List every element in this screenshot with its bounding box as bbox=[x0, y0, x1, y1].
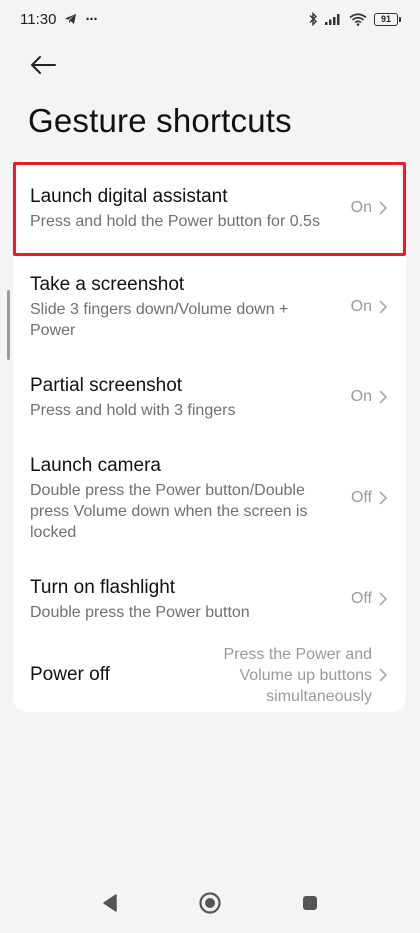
row-desc: Double press the Power button bbox=[30, 603, 250, 621]
row-title: Take a screenshot bbox=[30, 274, 185, 295]
status-right: 91 bbox=[309, 12, 401, 26]
status-more: ··· bbox=[85, 10, 98, 28]
chevron-right-icon bbox=[379, 668, 388, 682]
row-title: Launch digital assistant bbox=[30, 185, 228, 207]
signal-icon bbox=[325, 14, 340, 25]
row-desc: Press and hold the Power button for 0.5s bbox=[30, 212, 320, 230]
chevron-right-icon bbox=[379, 390, 388, 404]
page-title: Gesture shortcuts bbox=[28, 102, 292, 139]
status-time: 11:30 bbox=[20, 10, 57, 28]
row-value: Press the Power and Volume up buttons si… bbox=[223, 645, 372, 705]
square-recents-icon bbox=[303, 896, 317, 910]
row-desc: Slide 3 fingers down/Volume down + Power bbox=[30, 301, 289, 339]
telegram-icon bbox=[65, 14, 77, 24]
chevron-right-icon bbox=[379, 592, 388, 606]
row-take-a-screenshot[interactable]: Take a screenshot Slide 3 fingers down/V… bbox=[13, 256, 406, 358]
row-title: Power off bbox=[30, 664, 110, 685]
nav-recents-button[interactable] bbox=[295, 888, 325, 918]
row-title: Partial screenshot bbox=[30, 374, 183, 396]
status-left: 11:30 ··· bbox=[20, 10, 98, 28]
row-desc: Press and hold with 3 fingers bbox=[30, 401, 236, 419]
row-launch-camera[interactable]: Launch camera Double press the Power but… bbox=[13, 436, 406, 560]
row-value: Off bbox=[350, 489, 372, 506]
row-desc: Double press the Power button/Double pre… bbox=[30, 481, 308, 541]
row-launch-digital-assistant[interactable]: Launch digital assistant Press and hold … bbox=[13, 160, 406, 256]
row-value: On bbox=[350, 199, 372, 216]
row-value: On bbox=[350, 388, 372, 405]
bluetooth-icon bbox=[309, 12, 317, 26]
arrow-left-icon bbox=[31, 56, 56, 74]
chevron-right-icon bbox=[379, 201, 388, 215]
chevron-right-icon bbox=[379, 300, 388, 314]
nav-back-button[interactable] bbox=[95, 888, 125, 918]
circle-home-icon bbox=[199, 892, 221, 914]
row-turn-on-flashlight[interactable]: Turn on flashlight Double press the Powe… bbox=[13, 560, 406, 638]
row-title: Turn on flashlight bbox=[30, 576, 176, 598]
row-value: Off bbox=[350, 590, 372, 607]
settings-list: Launch digital assistant Press and hold … bbox=[13, 160, 406, 712]
row-power-off[interactable]: Power off Press the Power and Volume up … bbox=[13, 638, 406, 712]
nav-home-button[interactable] bbox=[195, 888, 225, 918]
scroll-indicator[interactable] bbox=[7, 290, 10, 360]
status-bar: 11:30 ··· 91 bbox=[0, 0, 420, 38]
back-button[interactable] bbox=[26, 50, 60, 80]
row-partial-screenshot[interactable]: Partial screenshot Press and hold with 3… bbox=[13, 358, 406, 436]
battery-icon: 91 bbox=[374, 12, 401, 26]
navigation-bar bbox=[0, 873, 420, 933]
row-value: On bbox=[350, 298, 372, 315]
triangle-back-icon bbox=[103, 894, 117, 912]
chevron-right-icon bbox=[379, 491, 388, 505]
row-title: Launch camera bbox=[30, 454, 161, 476]
wifi-icon bbox=[349, 12, 367, 26]
